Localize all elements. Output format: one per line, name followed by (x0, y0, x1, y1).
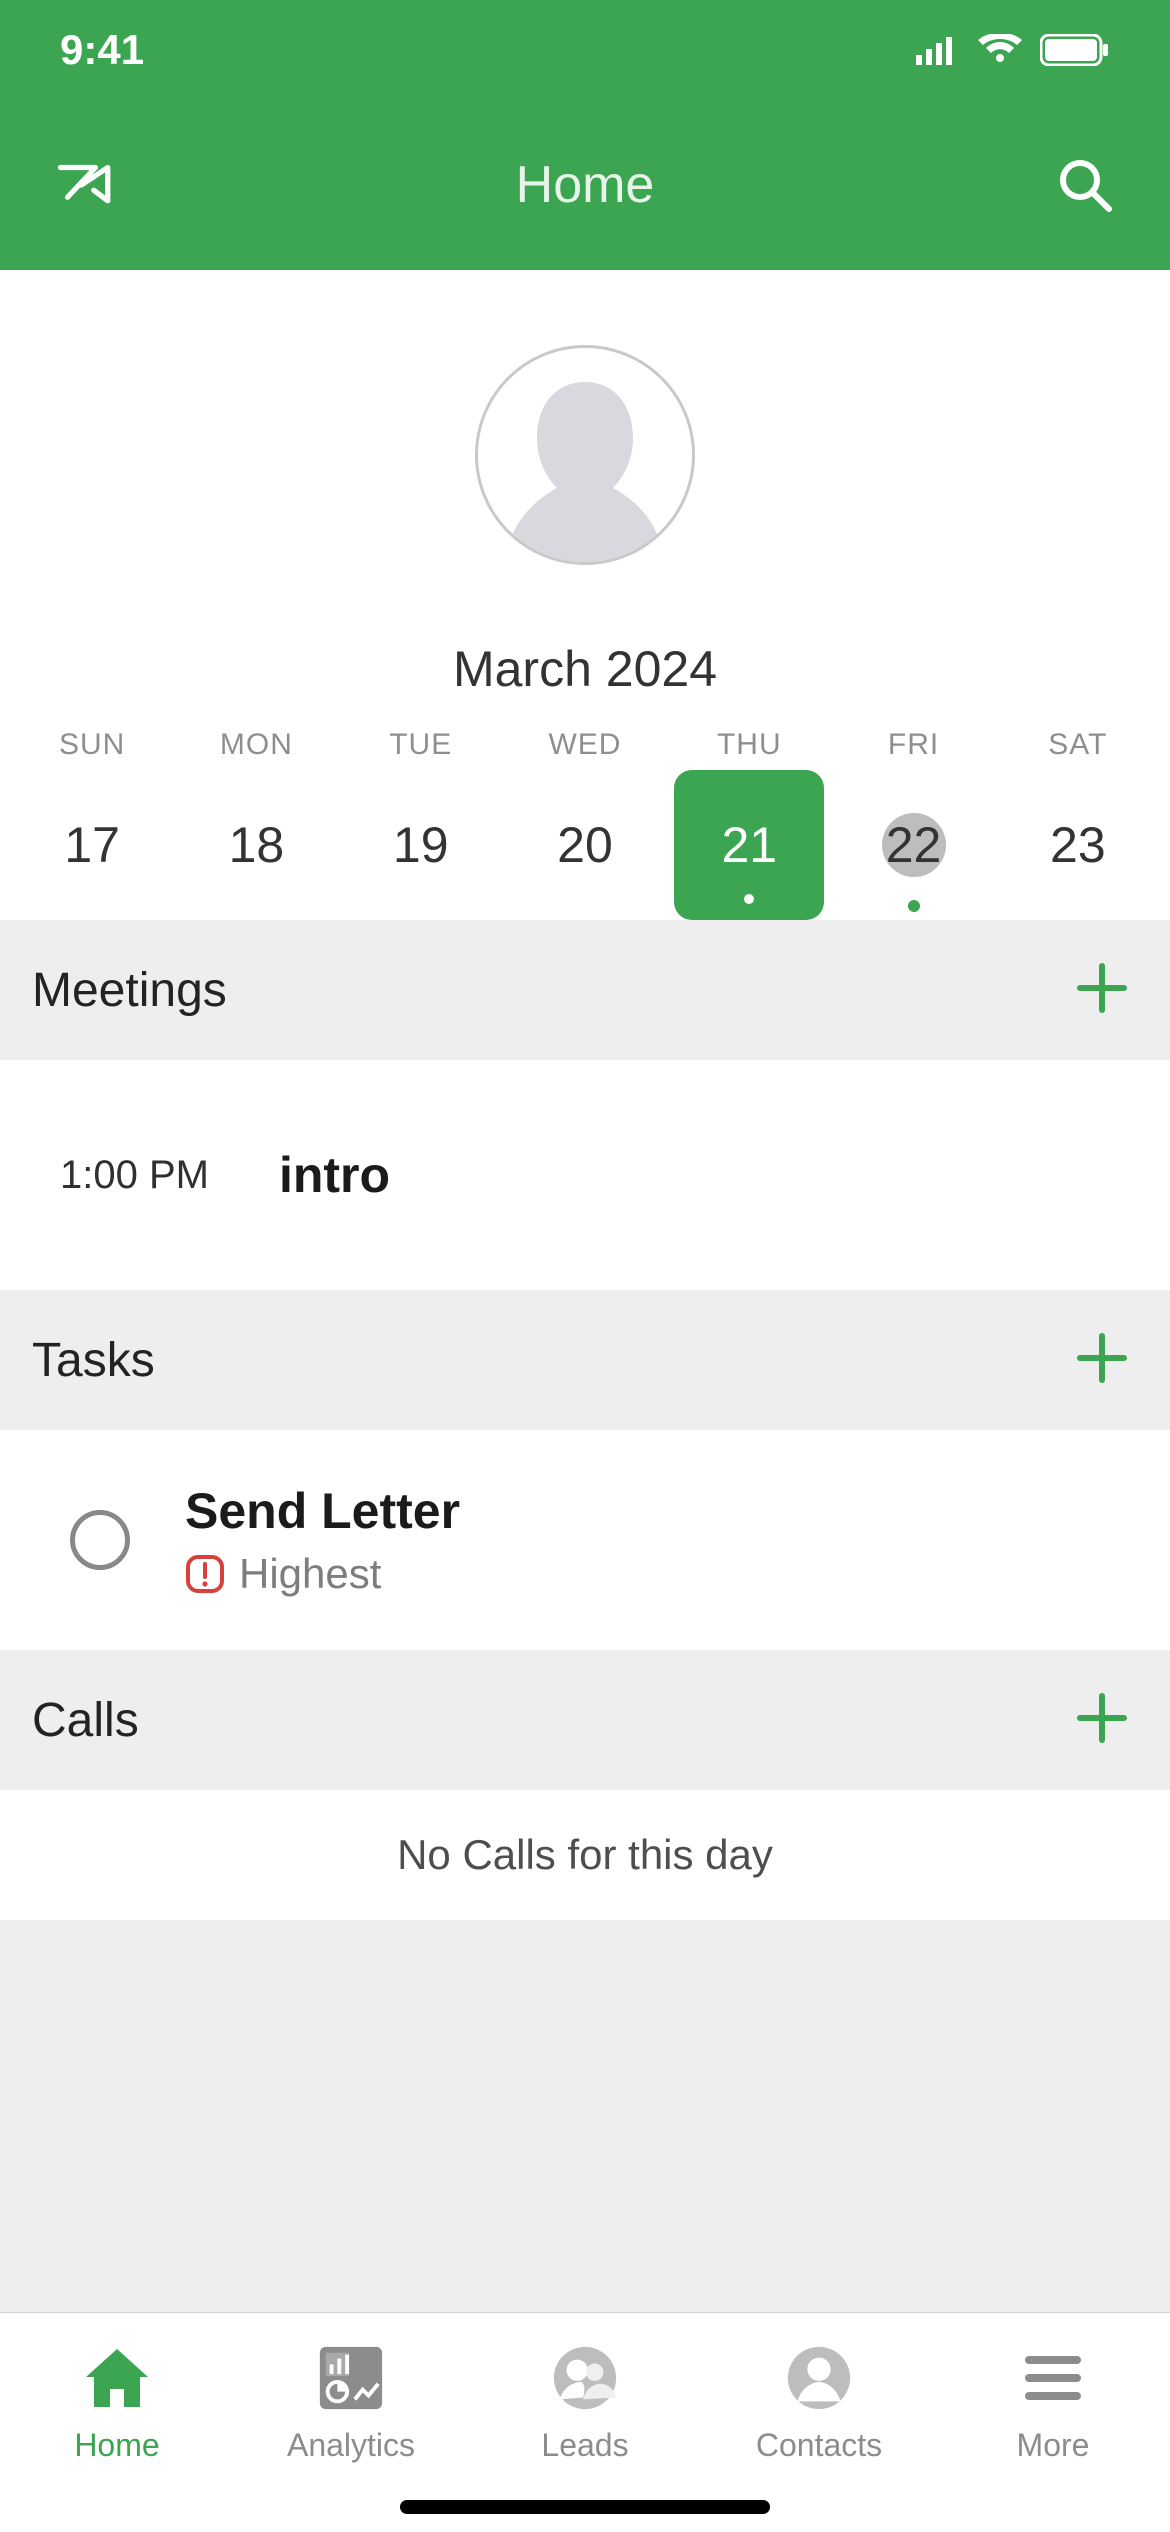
task-title: Send Letter (185, 1482, 460, 1540)
wifi-icon (978, 34, 1022, 66)
tasks-title: Tasks (32, 1333, 155, 1388)
status-bar: 9:41 (0, 0, 1170, 100)
tab-contacts[interactable]: Contacts (702, 2343, 936, 2464)
priority-highest-icon (185, 1554, 225, 1594)
tab-home[interactable]: Home (0, 2343, 234, 2464)
meeting-time: 1:00 PM (60, 1153, 209, 1198)
calendar-day-21-selected[interactable]: 21 (667, 770, 831, 920)
avatar-placeholder-icon (495, 372, 675, 562)
calendar-week: 17 18 19 20 21 22 23 (0, 770, 1170, 920)
dow-fri: FRI (831, 728, 995, 762)
tasks-section-header: Tasks (0, 1290, 1170, 1430)
calls-title: Calls (32, 1693, 139, 1748)
calendar-day-names: SUN MON TUE WED THU FRI SAT (0, 728, 1170, 770)
dow-sat: SAT (996, 728, 1160, 762)
plus-icon (1074, 1330, 1130, 1386)
status-indicators (916, 34, 1110, 66)
dow-thu: THU (667, 728, 831, 762)
dow-sun: SUN (10, 728, 174, 762)
calendar-day-23[interactable]: 23 (996, 770, 1160, 920)
calendar-day-22-today[interactable]: 22 (831, 770, 995, 920)
plus-icon (1074, 960, 1130, 1016)
zia-icon[interactable] (50, 150, 120, 220)
content-spacer (0, 1920, 1170, 2312)
tab-bar: Home Analytics Leads Contacts More (0, 2312, 1170, 2532)
selected-day-dot-icon (744, 894, 754, 904)
dow-wed: WED (503, 728, 667, 762)
add-call-button[interactable] (1074, 1690, 1130, 1751)
tab-more[interactable]: More (936, 2343, 1170, 2464)
add-task-button[interactable] (1074, 1330, 1130, 1391)
calls-section-header: Calls (0, 1650, 1170, 1790)
calendar-day-17[interactable]: 17 (10, 770, 174, 920)
dow-mon: MON (174, 728, 338, 762)
meetings-title: Meetings (32, 963, 227, 1018)
nav-bar: Home (0, 100, 1170, 270)
meeting-item[interactable]: 1:00 PM intro (0, 1060, 1170, 1290)
add-meeting-button[interactable] (1074, 960, 1130, 1021)
task-priority: Highest (239, 1550, 381, 1598)
tab-analytics[interactable]: Analytics (234, 2343, 468, 2464)
status-time: 9:41 (60, 26, 144, 74)
meeting-title: intro (279, 1146, 390, 1204)
home-indicator[interactable] (400, 2500, 770, 2514)
analytics-icon (316, 2343, 386, 2413)
more-icon (1018, 2343, 1088, 2413)
avatar[interactable] (475, 345, 695, 565)
dow-tue: TUE (339, 728, 503, 762)
calendar-day-20[interactable]: 20 (503, 770, 667, 920)
page-title: Home (516, 155, 655, 215)
leads-icon (550, 2343, 620, 2413)
plus-icon (1074, 1690, 1130, 1746)
home-icon (82, 2343, 152, 2413)
cellular-icon (916, 35, 960, 65)
search-icon[interactable] (1050, 150, 1120, 220)
tab-leads[interactable]: Leads (468, 2343, 702, 2464)
profile-section (0, 270, 1170, 640)
calendar-day-18[interactable]: 18 (174, 770, 338, 920)
battery-icon (1040, 34, 1110, 66)
meetings-section-header: Meetings (0, 920, 1170, 1060)
task-item[interactable]: Send Letter Highest (0, 1430, 1170, 1650)
task-checkbox[interactable] (70, 1510, 130, 1570)
contacts-icon (784, 2343, 854, 2413)
calendar-month-label[interactable]: March 2024 (0, 640, 1170, 728)
calendar-day-19[interactable]: 19 (339, 770, 503, 920)
event-dot-icon (908, 900, 920, 912)
calls-empty-state: No Calls for this day (0, 1790, 1170, 1920)
